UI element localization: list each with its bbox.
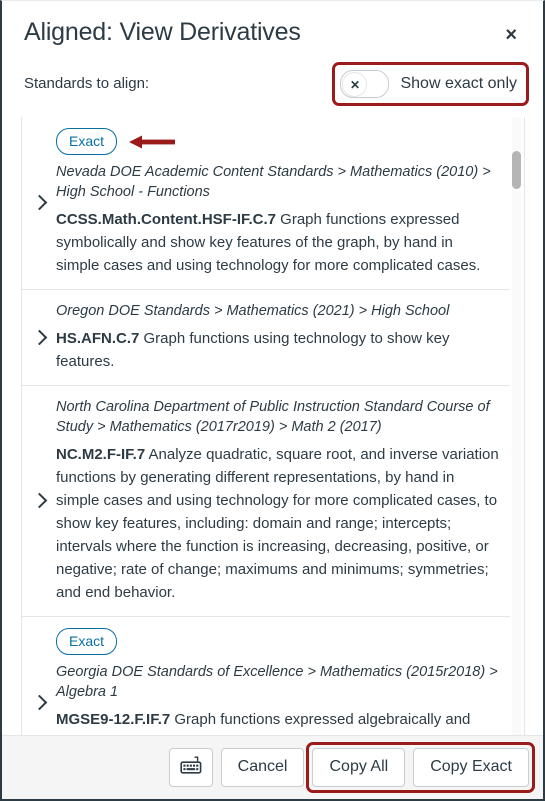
standards-to-align-label: Standards to align:: [24, 75, 150, 92]
chevron-right-icon: [31, 194, 47, 211]
list-item-body: Exact Nevada DOE Academic Content Standa…: [56, 128, 500, 277]
copy-button-group: Copy All Copy Exact: [306, 742, 535, 793]
breadcrumb: Nevada DOE Academic Content Standards > …: [56, 164, 491, 200]
chevron-right-icon: [31, 492, 47, 509]
chevron-right-icon: [31, 694, 47, 711]
standard-code: MGSE9-12.F.IF.7: [56, 711, 171, 728]
list-item[interactable]: Oregon DOE Standards > Mathematics (2021…: [22, 290, 510, 386]
cancel-button[interactable]: Cancel: [220, 748, 305, 787]
close-icon: ×: [505, 24, 517, 46]
show-exact-only-toggle[interactable]: ✕: [340, 70, 390, 98]
standard-text: CCSS.Math.Content.HSF-IF.C.7 Graph funct…: [56, 208, 500, 277]
copy-exact-button[interactable]: Copy Exact: [413, 748, 529, 787]
breadcrumb: Oregon DOE Standards > Mathematics (2021…: [56, 303, 450, 319]
chevron-right-icon: [31, 329, 47, 345]
list-item[interactable]: Exact Georgia DOE Standards of Excellenc…: [22, 617, 510, 735]
list-item-body: Oregon DOE Standards > Mathematics (2021…: [56, 301, 500, 373]
show-exact-only-control[interactable]: ✕ Show exact only: [332, 62, 529, 106]
status-badge: Exact: [56, 628, 118, 655]
standards-to-align-row: Standards to align: ✕ Show exact only: [2, 51, 543, 117]
list-item-body: North Carolina Department of Public Inst…: [56, 397, 500, 604]
keyboard-icon: [180, 756, 202, 781]
expand-toggle[interactable]: [22, 194, 56, 211]
show-exact-only-label: Show exact only: [400, 75, 517, 92]
breadcrumb: Georgia DOE Standards of Excellence > Ma…: [56, 664, 498, 700]
expand-toggle[interactable]: [22, 329, 56, 345]
page-title: Aligned: View Derivatives: [24, 18, 301, 46]
list-item[interactable]: Exact Nevada DOE Academic Content Standa…: [22, 117, 510, 290]
standard-text: HS.AFN.C.7 Graph functions using technol…: [56, 327, 500, 373]
expand-toggle[interactable]: [22, 694, 56, 711]
copy-all-button[interactable]: Copy All: [312, 748, 406, 787]
expand-toggle[interactable]: [22, 492, 56, 509]
keyboard-shortcuts-button[interactable]: [168, 748, 213, 787]
modal-header: Aligned: View Derivatives ×: [2, 1, 543, 51]
standard-code: NC.M2.F-IF.7: [56, 446, 146, 463]
list-scrollbar[interactable]: [512, 117, 521, 735]
standard-text: NC.M2.F-IF.7 Analyze quadratic, square r…: [56, 443, 500, 604]
list-item-body: Exact Georgia DOE Standards of Excellenc…: [56, 628, 500, 735]
toggle-off-icon: ✕: [349, 77, 361, 92]
standard-description: Analyze quadratic, square root, and inve…: [56, 446, 499, 601]
badge-row: Exact: [56, 628, 500, 655]
close-button[interactable]: ×: [497, 19, 525, 51]
standard-code: HS.AFN.C.7: [56, 330, 140, 347]
badge-row: Exact: [56, 128, 500, 155]
scrollbar-thumb[interactable]: [512, 151, 521, 189]
breadcrumb: North Carolina Department of Public Inst…: [56, 399, 490, 435]
list-item[interactable]: North Carolina Department of Public Inst…: [22, 386, 510, 617]
standard-text: MGSE9-12.F.IF.7 Graph functions expresse…: [56, 708, 500, 735]
standards-list-scroll: Exact Nevada DOE Academic Content Standa…: [22, 117, 524, 735]
modal-footer: Cancel Copy All Copy Exact: [2, 735, 543, 799]
toggle-knob: ✕: [342, 72, 368, 97]
status-badge: Exact: [56, 128, 118, 155]
standards-list: Exact Nevada DOE Academic Content Standa…: [21, 117, 525, 735]
standard-code: CCSS.Math.Content.HSF-IF.C.7: [56, 211, 276, 228]
annotation-arrow: [129, 135, 176, 149]
aligned-derivatives-modal: Aligned: View Derivatives × Standards to…: [0, 0, 545, 801]
